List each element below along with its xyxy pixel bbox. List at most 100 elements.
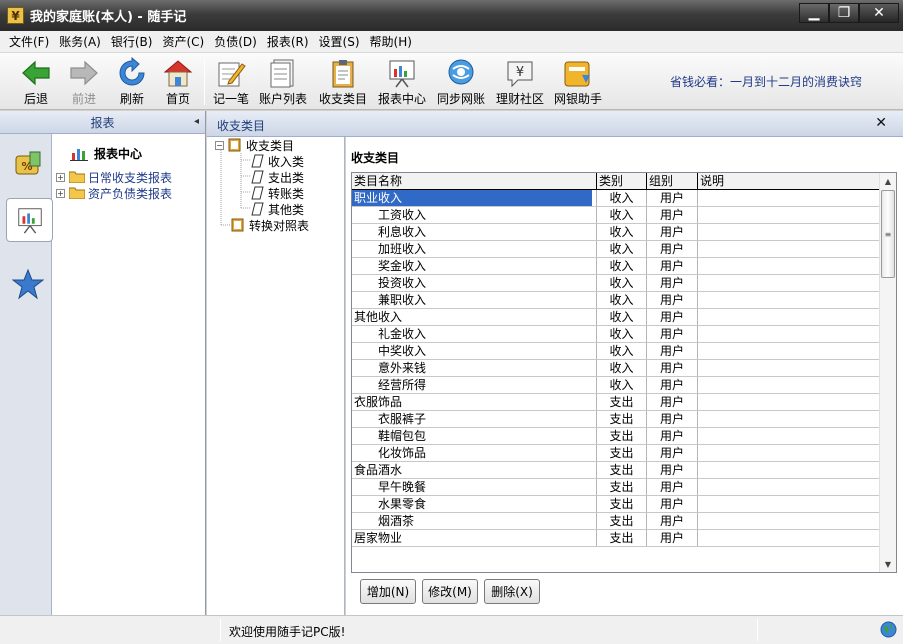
table-row[interactable]: 意外来钱 收入 用户: [352, 360, 880, 377]
accounts-button[interactable]: 账户列表: [259, 57, 307, 107]
cell-category-name: 烟酒茶: [352, 513, 597, 529]
delete-button[interactable]: 删除(X): [484, 579, 540, 604]
table-row[interactable]: 加班收入 收入 用户: [352, 241, 880, 258]
category-name-text: 食品酒水: [354, 463, 403, 477]
menu-help[interactable]: 帮助(H): [365, 33, 417, 50]
edit-button[interactable]: 修改(M): [422, 579, 478, 604]
menu-accounting[interactable]: 账务(A): [54, 33, 106, 50]
cell-category-name: 经营所得: [352, 377, 597, 393]
table-row[interactable]: 水果零食 支出 用户: [352, 496, 880, 513]
table-row[interactable]: 衣服裤子 支出 用户: [352, 411, 880, 428]
table-row[interactable]: 早午晚餐 支出 用户: [352, 479, 880, 496]
table-row[interactable]: 烟酒茶 支出 用户: [352, 513, 880, 530]
vertical-scrollbar[interactable]: ▲ ≡ ▼: [879, 173, 896, 572]
scroll-up-icon[interactable]: ▲: [880, 173, 896, 189]
table-row[interactable]: 化妆饰品 支出 用户: [352, 445, 880, 462]
cell-type: 收入: [597, 241, 647, 257]
table-row[interactable]: 衣服饰品 支出 用户: [352, 394, 880, 411]
table-row[interactable]: 居家物业 支出 用户: [352, 530, 880, 547]
column-header-group[interactable]: 组别: [647, 173, 698, 190]
tree-item-transfer[interactable]: 转账类: [251, 185, 304, 201]
cell-group: 用户: [647, 360, 698, 376]
column-header-type[interactable]: 类别: [597, 173, 647, 190]
table-row[interactable]: 礼金收入 收入 用户: [352, 326, 880, 343]
menu-bank[interactable]: 银行(B): [106, 33, 158, 50]
tree-root-label: 收支类目: [246, 138, 295, 153]
table-row[interactable]: 奖金收入 收入 用户: [352, 258, 880, 275]
category-name-text: 意外来钱: [378, 361, 427, 375]
nav-tab-reports[interactable]: [6, 198, 53, 242]
cell-category-name: 职业收入: [352, 190, 597, 206]
scroll-down-icon[interactable]: ▼: [880, 556, 896, 572]
cell-note: [698, 207, 880, 223]
expand-icon[interactable]: +: [56, 188, 65, 198]
tree-item-other[interactable]: 其他类: [251, 201, 304, 217]
tree-item-mapping[interactable]: 转换对照表: [231, 217, 309, 233]
table-row[interactable]: 鞋帽包包 支出 用户: [352, 428, 880, 445]
back-arrow-icon: [22, 60, 50, 86]
menu-liabilities[interactable]: 负债(D): [209, 33, 262, 50]
close-tab-icon[interactable]: ✕: [875, 115, 887, 131]
table-row[interactable]: 兼职收入 收入 用户: [352, 292, 880, 309]
category-name-text: 烟酒茶: [378, 514, 415, 528]
community-button[interactable]: ¥ 理财社区: [496, 57, 544, 107]
record-button[interactable]: 记一笔: [213, 57, 249, 107]
savings-tip-link[interactable]: 省钱必看：一月到十二月的消费诀窍: [670, 73, 862, 90]
categories-button[interactable]: 收支类目: [319, 57, 367, 107]
table-row[interactable]: 食品酒水 支出 用户: [352, 462, 880, 479]
window-controls: ▁ ❐ ✕: [799, 3, 899, 23]
cell-type: 支出: [597, 428, 647, 444]
categories-label: 收支类目: [319, 92, 368, 106]
refresh-button[interactable]: 刷新: [116, 57, 148, 107]
back-button[interactable]: 后退: [20, 57, 52, 107]
cell-category-name: 衣服裤子: [352, 411, 597, 427]
content-tab-bar: 收支类目 ✕: [207, 111, 903, 137]
reports-button[interactable]: 报表中心: [378, 57, 426, 107]
collapse-icon[interactable]: −: [215, 140, 224, 150]
table-row[interactable]: 利息收入 收入 用户: [352, 224, 880, 241]
home-button[interactable]: 首页: [162, 57, 194, 107]
menu-file[interactable]: 文件(F): [4, 33, 54, 50]
cell-note: [698, 292, 880, 308]
sync-button[interactable]: 同步网账: [437, 57, 485, 107]
nav-tab-money[interactable]: %: [6, 142, 50, 186]
table-row[interactable]: 投资收入 收入 用户: [352, 275, 880, 292]
cell-group: 用户: [647, 309, 698, 325]
category-name-text: 中奖收入: [378, 344, 427, 358]
category-name-text: 衣服裤子: [378, 412, 427, 426]
column-header-note[interactable]: 说明: [698, 173, 880, 190]
tree-item-income[interactable]: 收入类: [251, 153, 304, 169]
tree-item-daily-reports[interactable]: + 日常收支类报表: [56, 169, 172, 185]
cell-group: 用户: [647, 394, 698, 410]
nav-tab-favorites[interactable]: [6, 262, 50, 306]
home-label: 首页: [165, 92, 190, 106]
ebank-button[interactable]: 网银助手: [554, 57, 602, 107]
forward-button[interactable]: 前进: [68, 57, 100, 107]
column-header-name[interactable]: 类目名称: [352, 173, 597, 190]
cell-category-name: 中奖收入: [352, 343, 597, 359]
scroll-thumb[interactable]: ≡: [881, 190, 895, 278]
table-row[interactable]: 经营所得 收入 用户: [352, 377, 880, 394]
collapse-panel-icon[interactable]: ◂: [194, 116, 199, 127]
table-row[interactable]: 职业收入 收入 用户: [352, 190, 880, 207]
table-row[interactable]: 其他收入 收入 用户: [352, 309, 880, 326]
add-button[interactable]: 增加(N): [360, 579, 416, 604]
tree-item-asset-reports[interactable]: + 资产负债类报表: [56, 185, 172, 201]
tab-categories[interactable]: 收支类目: [217, 117, 265, 134]
maximize-button[interactable]: ❐: [829, 3, 859, 23]
cell-note: [698, 496, 880, 512]
cell-type: 收入: [597, 190, 647, 206]
menu-settings[interactable]: 设置(S): [314, 33, 365, 50]
cell-note: [698, 530, 880, 546]
menu-reports[interactable]: 报表(R): [262, 33, 314, 50]
table-row[interactable]: 中奖收入 收入 用户: [352, 343, 880, 360]
close-window-button[interactable]: ✕: [859, 3, 899, 23]
action-buttons: 增加(N) 修改(M) 删除(X): [360, 579, 546, 604]
report-center-title[interactable]: 报表中心: [70, 145, 172, 162]
menu-assets[interactable]: 资产(C): [157, 33, 209, 50]
tree-root-categories[interactable]: − 收支类目: [215, 137, 294, 153]
minimize-button[interactable]: ▁: [799, 3, 829, 23]
tree-item-expense[interactable]: 支出类: [251, 169, 304, 185]
table-row[interactable]: 工资收入 收入 用户: [352, 207, 880, 224]
expand-icon[interactable]: +: [56, 172, 65, 182]
